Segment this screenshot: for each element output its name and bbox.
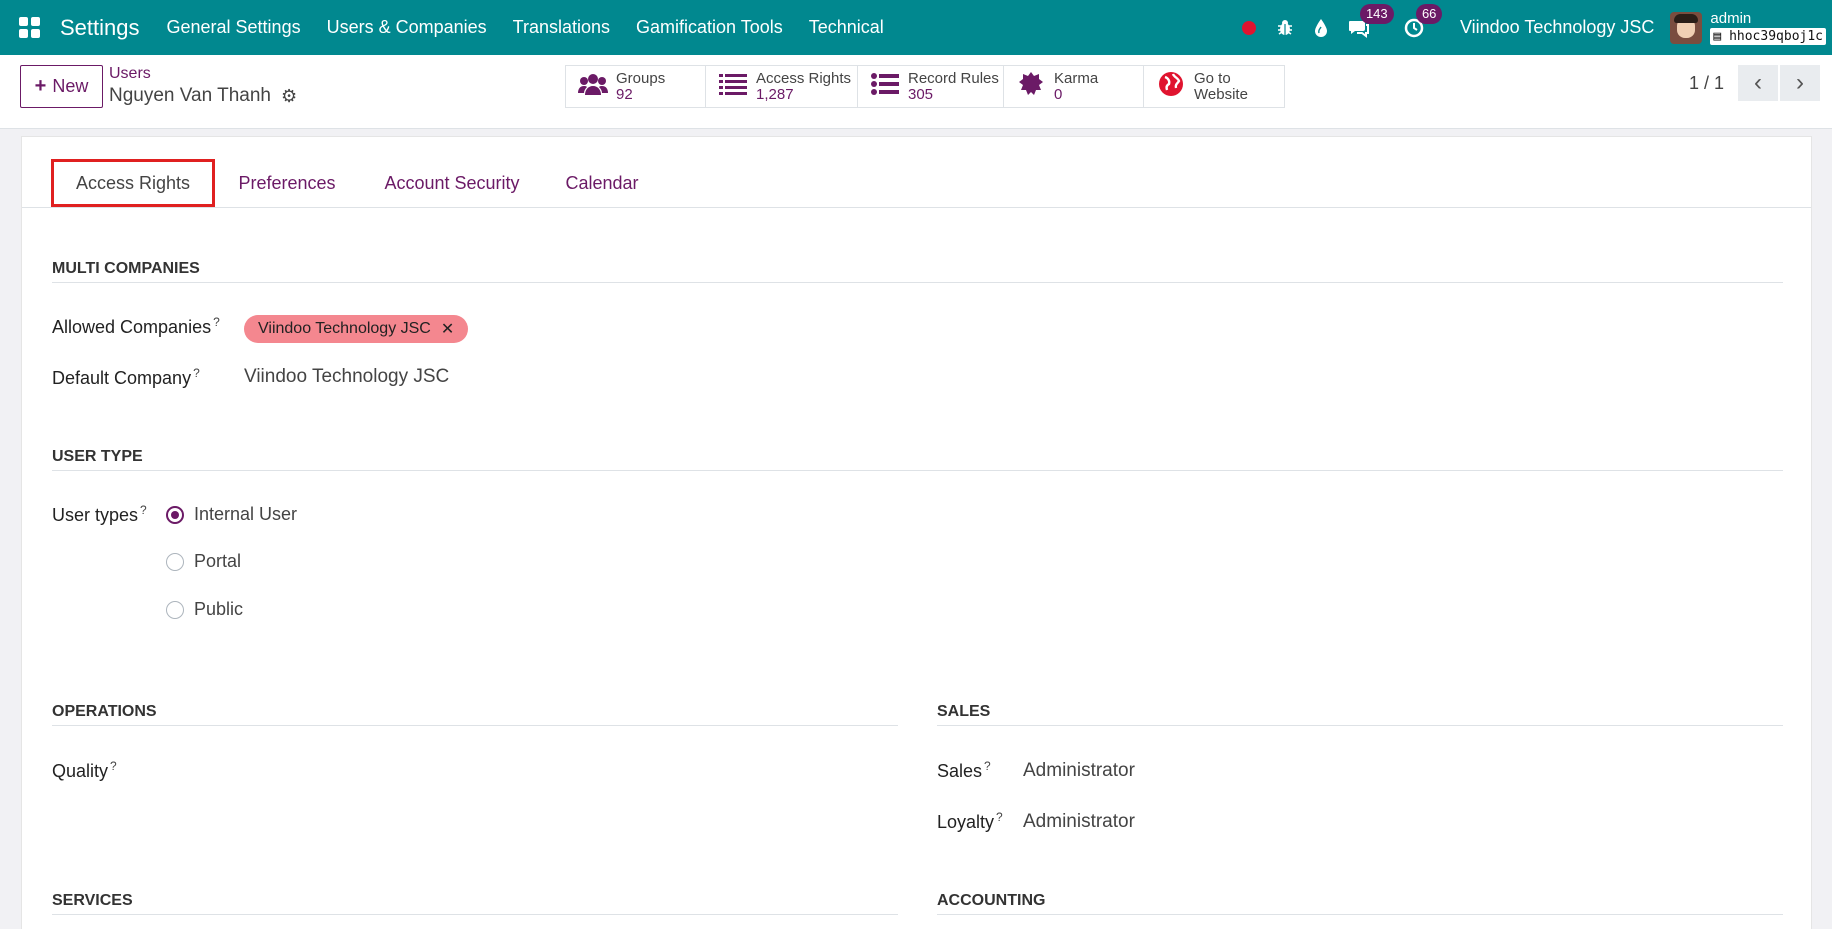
menu-general-settings[interactable]: General Settings [167,17,301,38]
public-label: Public [194,599,244,619]
allowed-companies-text: Allowed Companies [52,317,212,337]
help-icon[interactable]: ? [996,810,1003,824]
section-services: SERVICES [52,892,898,915]
radio-public[interactable]: Public [166,599,243,620]
notebook-tabs: Access Rights Preferences Account Securi… [22,137,1811,208]
tab-access-rights[interactable]: Access Rights [51,159,215,207]
new-label: New [52,76,89,96]
new-button[interactable]: + New [20,65,103,108]
chevron-left-icon[interactable]: ‹ [1738,65,1778,101]
plus-icon: + [34,75,47,97]
section-user-type: USER TYPE [52,448,1783,471]
section-sales: SALES [937,703,1783,726]
help-icon[interactable]: ? [213,315,220,329]
menu-gamification-tools[interactable]: Gamification Tools [636,17,783,38]
control-panel: + New Users Nguyen Van Thanh ⚙ Groups 92 A… [0,55,1832,129]
help-icon[interactable]: ? [110,759,117,773]
tab-preferences[interactable]: Preferences [232,159,342,207]
user-menu[interactable]: admin ▤ hhoc39qboj1c [1710,9,1826,45]
default-company-value[interactable]: Viindoo Technology JSC [244,366,449,388]
debug-bug-icon[interactable] [1276,19,1294,37]
users-icon [578,72,608,102]
sales-value[interactable]: Administrator [1023,760,1135,782]
radio-portal[interactable]: Portal [166,551,241,572]
record-rules-value: 305 [908,85,934,103]
drop-icon[interactable] [1314,18,1328,38]
user-avatar[interactable] [1670,11,1703,44]
list-icon [718,72,748,102]
section-multi-companies: MULTI COMPANIES [52,260,1783,283]
record-rules-button[interactable]: Record Rules 305 [858,66,1004,107]
radio-icon[interactable] [166,552,184,571]
app-title[interactable]: Settings [60,15,140,41]
section-accounting: ACCOUNTING [937,892,1783,915]
radio-internal-user[interactable]: Internal User [166,504,297,525]
record-rules-label: Record Rules [908,69,999,87]
karma-icon [1016,71,1046,103]
quality-label: Quality? [52,759,117,782]
karma-label: Karma [1054,69,1099,87]
menu-users-companies[interactable]: Users & Companies [327,17,487,38]
user-types-text: User types [52,505,139,525]
messages-badge: 143 [1359,3,1394,24]
gear-icon[interactable]: ⚙ [281,86,297,107]
smart-buttons: Groups 92 Access Rights 1,287 Record Rules… [565,65,1285,108]
loyalty-label: Loyalty? [937,810,1003,833]
radio-checked-icon[interactable] [166,505,184,524]
sales-text: Sales [937,761,983,781]
loyalty-text: Loyalty [937,812,995,832]
database-name: ▤ hhoc39qboj1c [1710,27,1826,45]
record-name: Nguyen Van Thanh [109,85,271,106]
groups-value: 92 [616,85,633,103]
activities-clock-icon[interactable]: 66 [1404,3,1443,38]
company-tag-label: Viindoo Technology JSC [258,320,431,337]
messages-icon[interactable]: 143 [1348,3,1394,38]
tab-account-security[interactable]: Account Security [372,159,532,207]
pager-value[interactable]: 1 / 1 [1689,73,1724,94]
chevron-right-icon[interactable]: › [1780,65,1820,101]
internal-user-label: Internal User [194,504,298,524]
database-label: hhoc39qboj1c [1729,28,1823,44]
menu-technical[interactable]: Technical [809,17,884,38]
record-title: Nguyen Van Thanh ⚙ [109,85,297,107]
allowed-companies-label: Allowed Companies? [52,315,220,338]
access-rights-button[interactable]: Access Rights 1,287 [706,66,858,107]
default-company-text: Default Company [52,368,192,388]
quality-text: Quality [52,761,109,781]
sales-label: Sales? [937,759,991,782]
activities-badge: 66 [1415,3,1443,24]
radio-icon[interactable] [166,600,184,619]
top-navbar: Settings General Settings Users & Compan… [0,0,1832,55]
help-icon[interactable]: ? [193,366,200,380]
company-tag: Viindoo Technology JSC ✕ [244,315,469,343]
default-company-label: Default Company? [52,366,200,389]
company-switcher[interactable]: Viindoo Technology JSC [1460,17,1654,38]
loyalty-value[interactable]: Administrator [1023,811,1135,833]
karma-button[interactable]: Karma 0 [1004,66,1144,107]
portal-label: Portal [194,551,242,571]
help-icon[interactable]: ? [140,503,147,517]
globe-icon [1156,71,1186,103]
website-value: Website [1194,85,1248,103]
close-icon[interactable]: ✕ [441,319,454,339]
record-icon[interactable] [1241,20,1256,35]
user-name: admin [1710,9,1752,27]
menu-translations[interactable]: Translations [513,17,610,38]
pager: 1 / 1 ‹ › [1689,65,1820,101]
karma-value: 0 [1054,85,1063,103]
section-operations: OPERATIONS [52,703,898,726]
groups-label: Groups [616,69,666,87]
website-label: Go to [1194,69,1231,87]
access-rights-label: Access Rights [756,69,852,87]
form-sheet: Access Rights Preferences Account Securi… [21,136,1812,929]
list-bullets-icon [870,72,900,102]
go-to-website-button[interactable]: Go to Website [1144,66,1284,107]
apps-menu-icon[interactable] [19,16,41,39]
breadcrumb-users[interactable]: Users [109,65,151,83]
tab-calendar[interactable]: Calendar [552,159,652,207]
access-rights-value: 1,287 [756,85,794,103]
groups-button[interactable]: Groups 92 [566,66,706,107]
help-icon[interactable]: ? [984,759,991,773]
user-types-label: User types? [52,503,147,526]
